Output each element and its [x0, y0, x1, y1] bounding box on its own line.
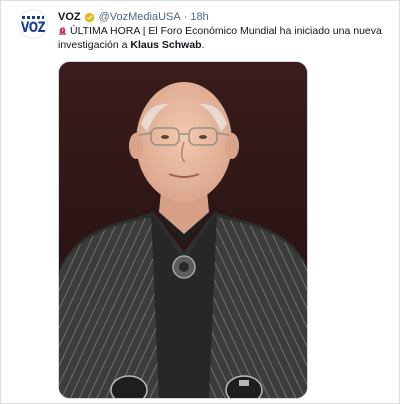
timestamp[interactable]: 18h	[190, 11, 208, 23]
display-name[interactable]: VOZ	[58, 11, 81, 23]
verified-badge-icon	[84, 12, 95, 23]
avatar[interactable]: VOZ	[18, 9, 48, 39]
tweet-media-photo[interactable]	[58, 61, 308, 399]
tweet-text-main: ÚLTIMA HORA | El Foro Económico Mundial …	[58, 25, 382, 51]
separator-dot: ·	[183, 11, 188, 23]
tweet-text-suffix: .	[201, 39, 205, 51]
tweet-text: ÚLTIMA HORA | El Foro Económico Mundial …	[58, 24, 388, 52]
photo-illustration	[59, 62, 307, 398]
handle[interactable]: @VozMediaUSA	[99, 11, 181, 23]
tweet-header: VOZ @VozMediaUSA · 18h	[58, 9, 209, 25]
avatar-logo-text: VOZ	[20, 18, 46, 36]
tweet-text-bold-name: Klaus Schwab	[130, 39, 202, 51]
police-light-icon	[58, 25, 67, 35]
tweet-card[interactable]: VOZ VOZ @VozMediaUSA · 18h ÚLTIMA HORA |…	[0, 0, 400, 404]
